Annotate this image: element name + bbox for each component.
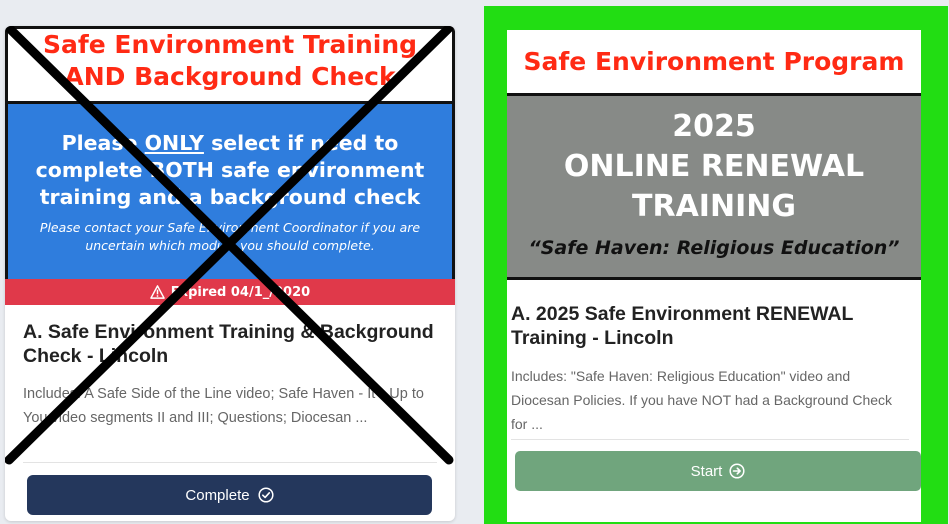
course-card-background-check: Safe Environment Training AND Background… — [5, 26, 455, 521]
banner-main: 2025 ONLINE RENEWAL TRAINING “Safe Haven… — [507, 96, 921, 277]
banner-title: Safe Environment Program — [507, 30, 921, 96]
course-title[interactable]: A. 2025 Safe Environment RENEWAL Trainin… — [511, 302, 909, 350]
course-info: A. 2025 Safe Environment RENEWAL Trainin… — [511, 302, 909, 436]
crossed-out-mark — [5, 26, 454, 465]
banner-main-text: 2025 ONLINE RENEWAL TRAINING — [563, 109, 865, 224]
arrow-right-circle-icon — [729, 463, 745, 479]
start-button[interactable]: Start — [515, 451, 921, 491]
course-card-renewal-highlighted: Safe Environment Program 2025 ONLINE REN… — [484, 6, 948, 524]
divider — [511, 439, 909, 440]
course-description: Includes: "Safe Haven: Religious Educati… — [511, 368, 893, 432]
course-banner: Safe Environment Program 2025 ONLINE REN… — [507, 30, 921, 280]
course-card-content: Safe Environment Program 2025 ONLINE REN… — [507, 30, 921, 522]
banner-subtitle: “Safe Haven: Religious Education” — [528, 237, 900, 259]
